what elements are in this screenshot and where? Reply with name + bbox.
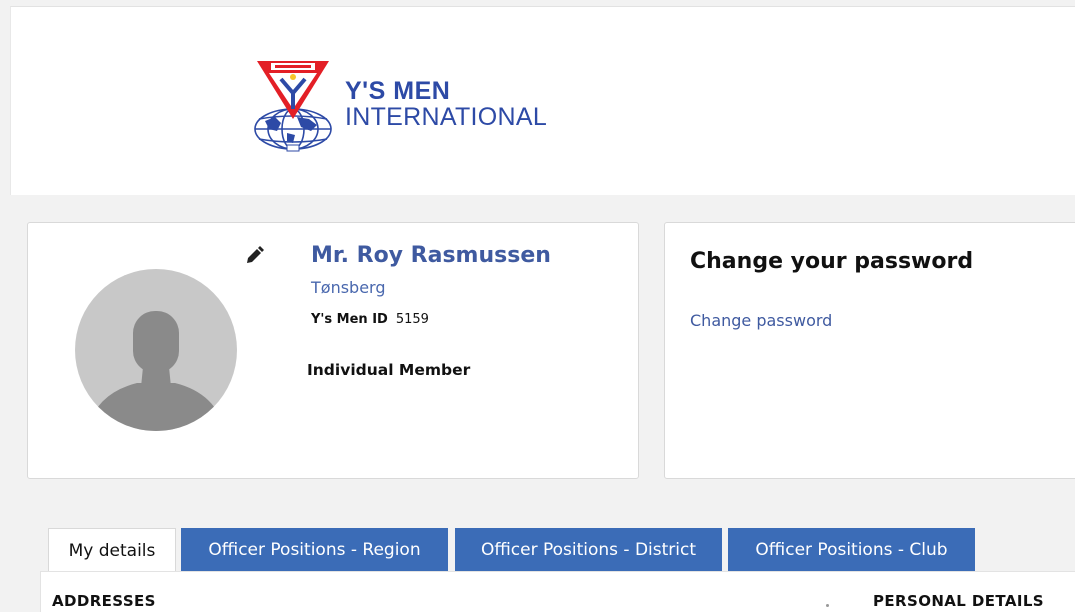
site-header: Y'S MEN INTERNATIONAL <box>10 6 1075 195</box>
member-id-label: Y's Men ID <box>311 312 388 327</box>
profile-card: Mr. Roy Rasmussen Tønsberg Y's Men ID 515… <box>27 222 639 479</box>
logo-wordmark: Y'S MEN INTERNATIONAL <box>345 79 547 130</box>
password-card-title: Change your password <box>690 249 974 274</box>
personal-details-heading: PERSONAL DETAILS <box>873 592 1045 610</box>
addresses-heading: ADDRESSES <box>52 592 156 610</box>
change-password-link[interactable]: Change password <box>690 311 832 330</box>
edit-pencil-icon[interactable] <box>243 245 265 267</box>
member-id-row: Y's Men ID 5159 <box>311 312 429 327</box>
member-id-value: 5159 <box>395 312 429 327</box>
member-type: Individual Member <box>307 361 471 379</box>
tab-officer-positions-region[interactable]: Officer Positions - Region <box>181 528 448 572</box>
tab-my-details[interactable]: My details <box>48 528 176 572</box>
password-card: Change your password Change password <box>664 222 1075 479</box>
logo-line-1: Y'S MEN <box>345 77 451 105</box>
divider-dot <box>826 604 829 607</box>
ys-men-logo[interactable]: Y'S MEN INTERNATIONAL <box>247 57 567 157</box>
logo-line-2: INTERNATIONAL <box>345 103 548 131</box>
ys-men-emblem-icon <box>254 61 332 152</box>
tab-content-panel: ADDRESSES PERSONAL DETAILS <box>40 571 1075 612</box>
avatar-placeholder-icon <box>75 269 237 431</box>
member-name: Mr. Roy Rasmussen <box>311 243 551 268</box>
tab-officer-positions-club[interactable]: Officer Positions - Club <box>728 528 975 572</box>
tab-officer-positions-district[interactable]: Officer Positions - District <box>455 528 722 572</box>
member-city: Tønsberg <box>311 278 386 297</box>
